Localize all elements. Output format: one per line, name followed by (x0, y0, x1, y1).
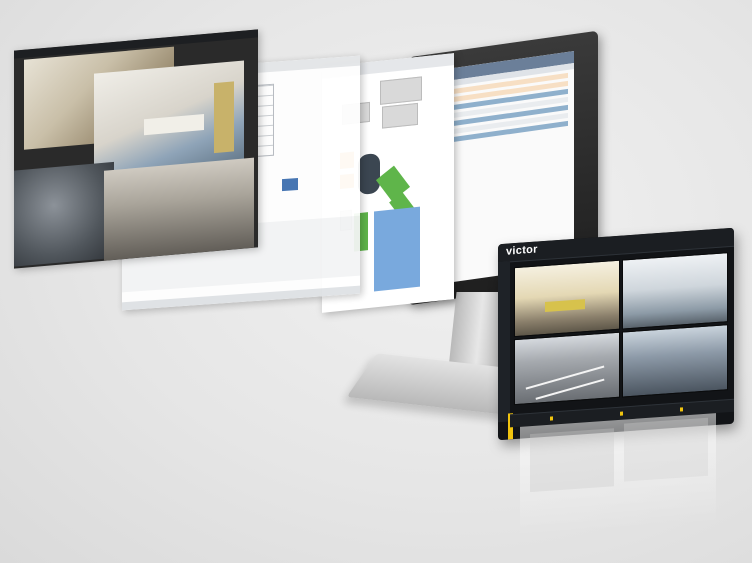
map-building (382, 102, 418, 129)
map-info-panel (374, 206, 420, 292)
corridor-camera-image (104, 157, 254, 261)
victor-logo: victor (506, 243, 538, 258)
tablet-reflection (520, 413, 716, 537)
timeline-marker (680, 407, 683, 412)
office-door (214, 81, 234, 154)
camera-tile-office (622, 252, 728, 330)
reflection-tile (530, 428, 614, 493)
timeline-marker (620, 411, 623, 416)
map-building (380, 76, 422, 105)
camera-collage-window (14, 29, 258, 269)
timeline-marker (550, 416, 553, 421)
camera-tile-parking (514, 331, 620, 406)
tablet-device: victor (498, 227, 734, 441)
parking-line (525, 365, 605, 390)
map-zone-dark (358, 152, 380, 196)
table-action-button (282, 178, 298, 192)
fisheye-camera-image (14, 161, 114, 267)
reflection-tile (624, 417, 708, 482)
camera-tile-hall (622, 324, 728, 398)
lounge-sofa (545, 299, 585, 312)
camera-tile-lounge (514, 259, 620, 338)
product-hero-scene: victor (0, 0, 752, 563)
tablet-sidebar (498, 261, 510, 423)
